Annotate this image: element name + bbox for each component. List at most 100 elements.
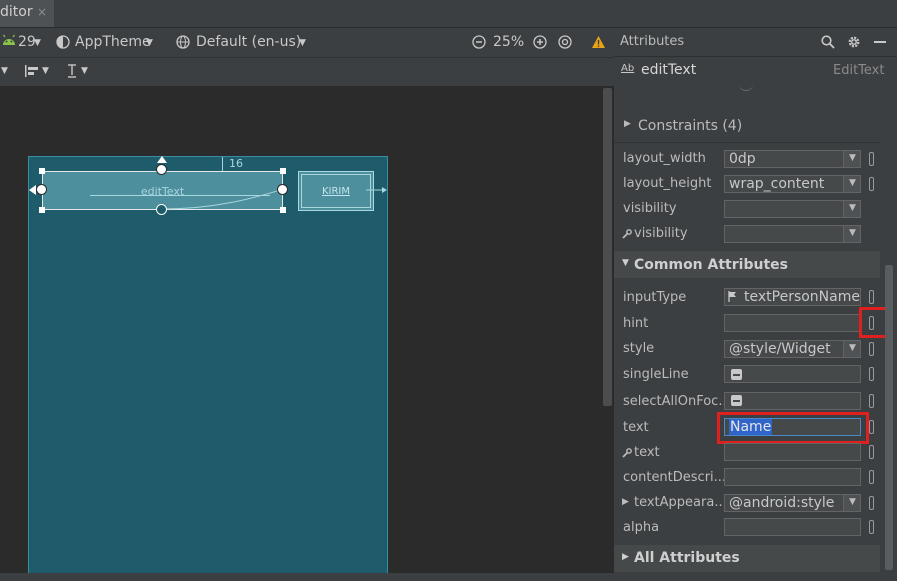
constraints-section-label[interactable]: Constraints (4) <box>638 118 742 134</box>
warning-icon[interactable] <box>591 35 606 53</box>
wrench-icon <box>622 447 632 462</box>
attr-label-layout-width: layout_width <box>623 151 706 166</box>
text-resource-picker-button[interactable] <box>869 420 874 434</box>
expand-arrow-icon[interactable]: ▶ <box>624 119 631 129</box>
layout-height-value: wrap_content <box>729 176 825 192</box>
minimize-icon[interactable] <box>874 41 886 43</box>
component-id: editText <box>641 62 697 78</box>
text-baseline-icon[interactable] <box>66 64 78 82</box>
chevron-down-icon[interactable]: ▼ <box>843 201 860 217</box>
all-attributes-label: All Attributes <box>634 550 740 566</box>
resize-handle-top-right[interactable] <box>280 168 286 174</box>
chevron-down-icon[interactable]: ▼ <box>843 226 860 242</box>
expand-arrow-icon[interactable]: ▶ <box>622 497 629 507</box>
flags-picker-button[interactable] <box>869 290 874 304</box>
chevron-down-icon[interactable]: ▼ <box>81 66 88 76</box>
zoom-fit-icon[interactable] <box>558 35 572 53</box>
style-dropdown[interactable]: @style/Widget ▼ <box>724 340 861 358</box>
attr-label-singleline: singleLine <box>623 367 689 382</box>
editor-tab-label: ditor <box>0 4 33 20</box>
singleline-field <box>724 365 861 383</box>
contentdescription-field[interactable] <box>724 468 861 486</box>
inputtype-field[interactable]: textPersonName <box>724 288 861 306</box>
align-icon[interactable] <box>24 64 40 82</box>
chevron-down-icon[interactable]: ▼ <box>34 38 41 48</box>
layout-width-dropdown[interactable]: 0dp ▼ <box>724 150 861 168</box>
attr-label-tools-visibility: visibility <box>634 226 688 241</box>
constraint-anchor-right[interactable] <box>277 184 288 195</box>
alpha-field[interactable] <box>724 518 861 536</box>
chevron-down-icon[interactable]: ▼ <box>843 495 860 511</box>
chevron-down-icon[interactable]: ▼ <box>1 66 8 76</box>
highlight-text-field <box>717 412 869 444</box>
textappearance-dropdown[interactable]: @android:style ▼ <box>724 494 861 512</box>
button-widget-label: KIRIM <box>321 186 351 197</box>
chevron-down-icon[interactable]: ▼ <box>843 151 860 167</box>
resize-handle-bottom-right[interactable] <box>280 207 286 213</box>
globe-icon[interactable] <box>176 35 190 53</box>
common-attributes-label: Common Attributes <box>634 257 788 273</box>
collapse-arrow-icon[interactable]: ▼ <box>622 258 629 268</box>
resize-handle-bottom-left[interactable] <box>39 207 45 213</box>
android-icon[interactable] <box>2 34 16 50</box>
device-screen[interactable] <box>28 156 388 581</box>
margin-value-label: 16 <box>229 157 243 170</box>
component-badge: Ab <box>621 63 635 74</box>
zoom-in-icon[interactable] <box>533 35 547 53</box>
constraint-anchor-bottom[interactable] <box>156 204 167 215</box>
attr-label-hint: hint <box>623 316 649 331</box>
textappearance-value: @android:style <box>729 495 835 511</box>
attr-label-layout-height: layout_height <box>623 176 712 191</box>
style-resource-picker-button[interactable] <box>869 342 874 356</box>
resource-picker-button[interactable] <box>869 177 874 191</box>
theme-selector[interactable]: AppTheme <box>75 34 151 50</box>
attributes-scrollbar[interactable] <box>885 265 893 570</box>
theme-icon[interactable] <box>56 35 70 53</box>
hint-field[interactable] <box>724 314 861 332</box>
resize-handle-top-left[interactable] <box>39 168 45 174</box>
visibility-dropdown[interactable]: ▼ <box>724 200 861 218</box>
chevron-down-icon[interactable]: ▼ <box>42 66 49 76</box>
selectallonfocus-field <box>724 392 861 410</box>
attr-label-style: style <box>623 341 655 356</box>
attr-label-textappearance: textAppeara... <box>634 495 727 510</box>
tools-text-field[interactable] <box>724 443 861 461</box>
selectallonfocus-resource-picker-button[interactable] <box>869 394 874 408</box>
chevron-down-icon[interactable]: ▼ <box>146 38 153 48</box>
chevron-down-icon[interactable]: ▼ <box>299 38 306 48</box>
layout-height-dropdown[interactable]: wrap_content ▼ <box>724 175 861 193</box>
selectallonfocus-checkbox[interactable] <box>731 395 742 406</box>
tools-text-resource-picker-button[interactable] <box>869 445 874 459</box>
chevron-down-icon[interactable]: ▼ <box>843 176 860 192</box>
canvas-vertical-scrollbar[interactable] <box>603 88 612 406</box>
attr-label-alpha: alpha <box>623 520 660 535</box>
search-icon[interactable] <box>821 35 835 53</box>
close-icon[interactable]: × <box>37 5 47 19</box>
inputtype-value: textPersonName <box>744 289 860 305</box>
attributes-title: Attributes <box>620 34 685 49</box>
component-type: EditText <box>833 63 885 78</box>
locale-selector[interactable]: Default (en-us) <box>196 34 301 50</box>
singleline-resource-picker-button[interactable] <box>869 367 874 381</box>
textappearance-resource-picker-button[interactable] <box>869 496 874 510</box>
section-divider <box>614 142 880 143</box>
flag-icon <box>728 291 737 306</box>
zoom-out-icon[interactable] <box>472 35 486 53</box>
expand-arrow-icon[interactable]: ▶ <box>622 552 629 562</box>
resource-picker-button[interactable] <box>869 152 874 166</box>
layout-toolbar <box>0 58 614 87</box>
gear-icon[interactable] <box>847 35 861 53</box>
tools-visibility-dropdown[interactable]: ▼ <box>724 225 861 243</box>
chevron-down-icon[interactable]: ▼ <box>843 341 860 357</box>
attr-label-inputtype: inputType <box>623 290 687 305</box>
singleline-checkbox[interactable] <box>731 369 742 380</box>
constraint-anchor-top[interactable] <box>156 164 167 175</box>
bottom-status-strip <box>0 573 897 581</box>
constraint-anchor-left[interactable] <box>36 184 47 195</box>
attr-label-text: text <box>623 420 649 435</box>
margin-indicator <box>222 157 223 171</box>
zoom-level: 25% <box>493 34 525 50</box>
wrench-icon <box>622 228 632 243</box>
alpha-resource-picker-button[interactable] <box>869 520 874 534</box>
contentdescription-resource-picker-button[interactable] <box>869 470 874 484</box>
